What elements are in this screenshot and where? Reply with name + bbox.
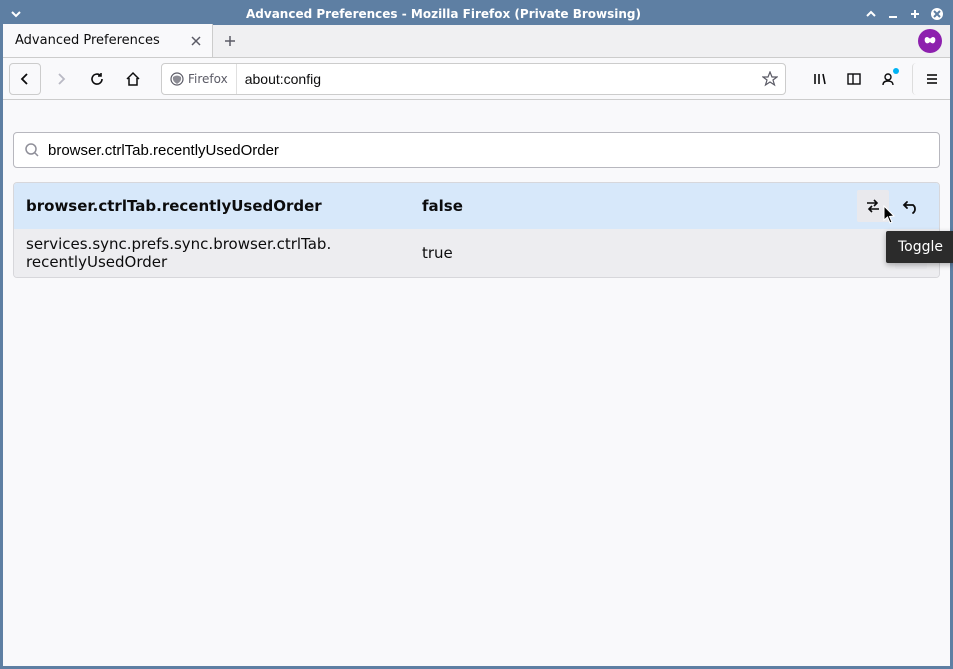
window-close-icon[interactable] bbox=[930, 7, 944, 21]
identity-box[interactable]: Firefox bbox=[162, 64, 237, 94]
pref-value: true bbox=[422, 244, 839, 262]
tab-strip: Advanced Preferences bbox=[3, 25, 950, 58]
pref-search-input[interactable] bbox=[48, 133, 929, 167]
back-button[interactable] bbox=[9, 63, 41, 95]
about-config-content: browser.ctrlTab.recentlyUsedOrder false … bbox=[3, 100, 950, 666]
pref-value: false bbox=[422, 197, 839, 215]
undo-icon bbox=[902, 197, 920, 215]
nav-toolbar: Firefox bbox=[3, 58, 950, 100]
url-bar[interactable]: Firefox bbox=[161, 63, 786, 95]
pref-name: services.sync.prefs.sync.browser.ctrlTab… bbox=[26, 235, 422, 271]
url-input[interactable] bbox=[237, 64, 755, 94]
firefox-icon bbox=[170, 72, 184, 86]
prefs-table: browser.ctrlTab.recentlyUsedOrder false … bbox=[13, 182, 940, 278]
app-menu-button[interactable] bbox=[912, 63, 944, 95]
search-icon bbox=[24, 142, 40, 158]
account-button[interactable] bbox=[872, 63, 904, 95]
window-titlebar: Advanced Preferences - Mozilla Firefox (… bbox=[3, 3, 950, 25]
pref-row[interactable]: browser.ctrlTab.recentlyUsedOrder false bbox=[14, 183, 939, 229]
sidebar-button[interactable] bbox=[838, 63, 870, 95]
toggle-button[interactable] bbox=[857, 190, 889, 222]
private-browsing-icon bbox=[918, 29, 942, 53]
window-title: Advanced Preferences - Mozilla Firefox (… bbox=[29, 7, 858, 21]
app-menu-icon[interactable] bbox=[9, 7, 23, 21]
identity-label: Firefox bbox=[188, 72, 228, 86]
notification-dot-icon bbox=[893, 68, 899, 74]
toggle-icon bbox=[864, 197, 882, 215]
tab-label: Advanced Preferences bbox=[15, 33, 180, 48]
pref-search-box[interactable] bbox=[13, 132, 940, 168]
browser-tab[interactable]: Advanced Preferences bbox=[3, 24, 213, 57]
home-button[interactable] bbox=[117, 63, 149, 95]
library-button[interactable] bbox=[804, 63, 836, 95]
pref-name: browser.ctrlTab.recentlyUsedOrder bbox=[26, 197, 422, 215]
window-roll-up-icon[interactable] bbox=[864, 7, 878, 21]
reset-button[interactable] bbox=[895, 190, 927, 222]
window-maximize-icon[interactable] bbox=[908, 7, 922, 21]
pref-row[interactable]: services.sync.prefs.sync.browser.ctrlTab… bbox=[14, 229, 939, 277]
tab-close-icon[interactable] bbox=[188, 33, 204, 49]
bookmark-star-icon[interactable] bbox=[755, 64, 785, 94]
forward-button bbox=[45, 63, 77, 95]
tooltip: Toggle bbox=[886, 231, 953, 263]
window-minimize-icon[interactable] bbox=[886, 7, 900, 21]
new-tab-button[interactable] bbox=[213, 24, 247, 57]
reload-button[interactable] bbox=[81, 63, 113, 95]
